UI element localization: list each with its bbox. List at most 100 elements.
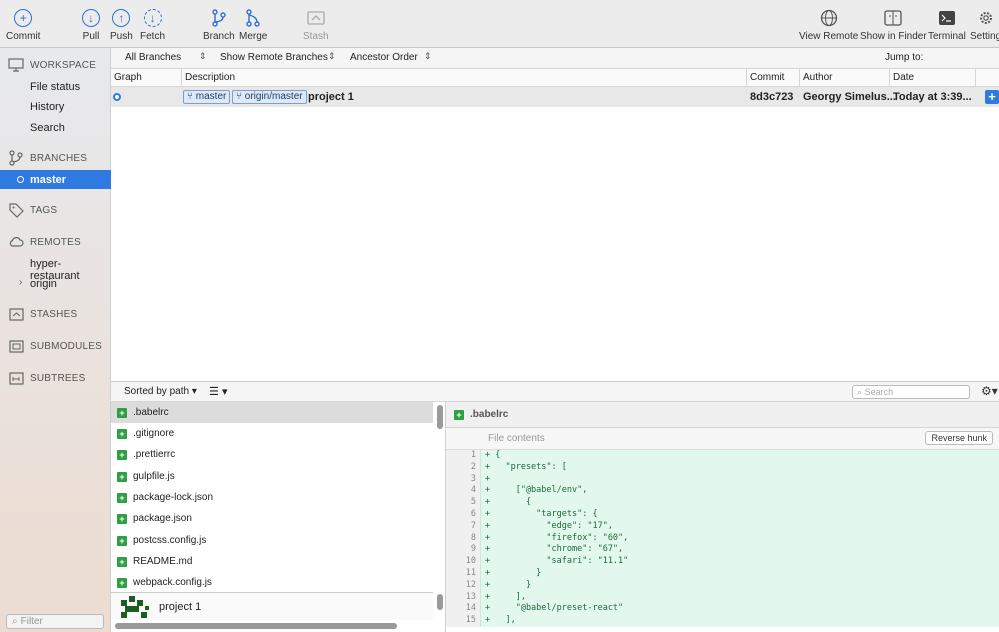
- add-icon[interactable]: +: [985, 90, 999, 104]
- merge-button[interactable]: Merge: [239, 8, 267, 42]
- file-row[interactable]: + gulpfile.js: [111, 466, 433, 487]
- sidebar-item-master[interactable]: master: [0, 170, 111, 189]
- sidebar-remotes-header[interactable]: REMOTES: [8, 234, 81, 250]
- sidebar-tags-header[interactable]: TAGS: [8, 202, 57, 218]
- file-row[interactable]: + postcss.config.js: [111, 530, 433, 551]
- file-row[interactable]: + .gitignore: [111, 423, 433, 444]
- sidebar-filter-input[interactable]: ⌕ Filter: [6, 614, 104, 629]
- pull-button[interactable]: ↓ Pull: [81, 8, 101, 42]
- settings-button[interactable]: Setting: [970, 8, 999, 42]
- line-number: 13: [446, 591, 480, 604]
- updown-arrow-icon[interactable]: ⇕: [199, 51, 207, 62]
- commit-message: project 1: [308, 91, 354, 103]
- diff-line: 11 + }: [446, 568, 999, 580]
- line-content: + {: [480, 450, 999, 462]
- hunk-header: File contents Reverse hunk: [446, 428, 999, 450]
- column-divider[interactable]: [746, 69, 747, 87]
- sidebar-item-history[interactable]: History: [30, 101, 64, 113]
- line-number: 5: [446, 497, 480, 509]
- commit-graph-node: [113, 93, 121, 101]
- updown-arrow-icon[interactable]: ⇕: [424, 51, 432, 62]
- file-added-icon: +: [117, 556, 127, 567]
- description-column-header[interactable]: Description: [185, 72, 235, 83]
- stash-button[interactable]: Stash: [303, 8, 329, 42]
- diff-code: 1 + {2 + "presets": [3 +4 + ["@babel/env", 5 +…: [446, 450, 999, 632]
- line-content: + "safari": "11.1": [480, 556, 999, 568]
- sidebar-subtrees-header[interactable]: SUBTREES: [8, 370, 86, 386]
- line-number: 6: [446, 509, 480, 521]
- branch-tag-master[interactable]: ⑂ master: [183, 90, 231, 104]
- diff-line: 12 + }: [446, 579, 999, 592]
- line-content: + "firefox": "60",: [480, 532, 999, 545]
- line-content: + ["@babel/env",: [480, 485, 999, 498]
- reverse-hunk-button[interactable]: Reverse hunk: [925, 431, 993, 445]
- remote-branches-dropdown[interactable]: Show Remote Branches: [220, 52, 328, 63]
- column-divider[interactable]: [889, 69, 890, 87]
- file-row[interactable]: + webpack.config.js: [111, 572, 433, 593]
- jump-to-label[interactable]: Jump to:: [885, 52, 923, 63]
- order-dropdown[interactable]: Ancestor Order: [350, 52, 418, 63]
- line-number: 9: [446, 544, 480, 557]
- terminal-button[interactable]: Terminal: [928, 8, 966, 42]
- chevron-right-icon[interactable]: ›: [19, 277, 22, 288]
- stash-icon: [306, 8, 326, 28]
- branch-button[interactable]: Branch: [203, 8, 235, 42]
- updown-arrow-icon[interactable]: ⇕: [328, 51, 336, 62]
- graph-column-header[interactable]: Graph: [114, 72, 142, 83]
- column-divider[interactable]: [181, 69, 182, 87]
- sidebar-branches-header[interactable]: BRANCHES: [8, 150, 87, 166]
- show-in-finder-button[interactable]: Show in Finder: [860, 8, 927, 42]
- diff-line: 3 +: [446, 473, 999, 486]
- history-column-header: Graph Description Commit Author Date: [111, 69, 999, 87]
- sort-dropdown[interactable]: Sorted by path ▾: [124, 386, 197, 397]
- sidebar-submodules-header[interactable]: SUBMODULES: [8, 338, 102, 354]
- files-toolbar: Sorted by path ▾ ☰ ▾ ⌕ Search ⚙▾: [111, 382, 999, 402]
- fetch-button[interactable]: ↓ Fetch: [140, 8, 165, 42]
- column-divider[interactable]: [975, 69, 976, 87]
- diff-line: 4 + ["@babel/env",: [446, 485, 999, 498]
- sidebar-stashes-header[interactable]: STASHES: [8, 306, 77, 322]
- sidebar-item-file-status[interactable]: File status: [30, 81, 80, 93]
- line-number: 12: [446, 579, 480, 592]
- file-added-icon: +: [117, 577, 127, 588]
- file-row[interactable]: + .prettierrc: [111, 444, 433, 465]
- view-mode-dropdown[interactable]: ☰ ▾: [209, 385, 227, 398]
- horizontal-scrollbar[interactable]: [115, 623, 397, 629]
- sidebar-item-search[interactable]: Search: [30, 122, 65, 134]
- commit-column-header[interactable]: Commit: [750, 72, 784, 83]
- globe-icon: [819, 8, 839, 28]
- file-list-scrollbar[interactable]: [437, 405, 443, 429]
- diff-line: 8 + "firefox": "60",: [446, 532, 999, 545]
- commit-button[interactable]: + Commit: [6, 8, 40, 42]
- file-row[interactable]: + package-lock.json: [111, 487, 433, 508]
- column-divider[interactable]: [799, 69, 800, 87]
- view-remote-button[interactable]: View Remote: [799, 8, 858, 42]
- sidebar: WORKSPACE File status History Search BRA…: [0, 48, 111, 632]
- author-column-header[interactable]: Author: [803, 72, 832, 83]
- date-column-header[interactable]: Date: [893, 72, 914, 83]
- file-added-icon: +: [117, 513, 127, 524]
- line-content: + "presets": [: [480, 461, 999, 474]
- branches-dropdown[interactable]: All Branches: [125, 52, 181, 63]
- commit-scrollbar[interactable]: [437, 594, 443, 610]
- commit-summary[interactable]: project 1: [111, 592, 433, 620]
- line-number: 8: [446, 532, 480, 545]
- branch-tag-origin-master[interactable]: ⑂ origin/master: [232, 90, 307, 104]
- file-search-input[interactable]: ⌕ Search: [852, 385, 970, 399]
- line-number: 4: [446, 485, 480, 498]
- file-added-icon: +: [117, 428, 127, 439]
- sidebar-item-remote-origin[interactable]: › origin: [19, 277, 57, 290]
- file-row[interactable]: + README.md: [111, 551, 433, 572]
- commit-author: Georgy Simelus...: [803, 91, 896, 103]
- search-icon: ⌕: [857, 387, 863, 397]
- finder-icon: [883, 8, 903, 28]
- file-added-icon: +: [117, 407, 127, 418]
- file-row[interactable]: + package.json: [111, 508, 433, 529]
- sidebar-workspace-header[interactable]: WORKSPACE: [8, 57, 96, 73]
- push-button[interactable]: ↑ Push: [110, 8, 133, 42]
- submodule-icon: [8, 338, 24, 354]
- commit-row[interactable]: ⑂ master ⑂ origin/master project 1 8d3c7…: [111, 87, 999, 107]
- file-row[interactable]: + .babelrc: [111, 402, 433, 423]
- commit-date: Today at 3:39...: [893, 91, 972, 103]
- gear-icon[interactable]: ⚙▾: [981, 384, 998, 398]
